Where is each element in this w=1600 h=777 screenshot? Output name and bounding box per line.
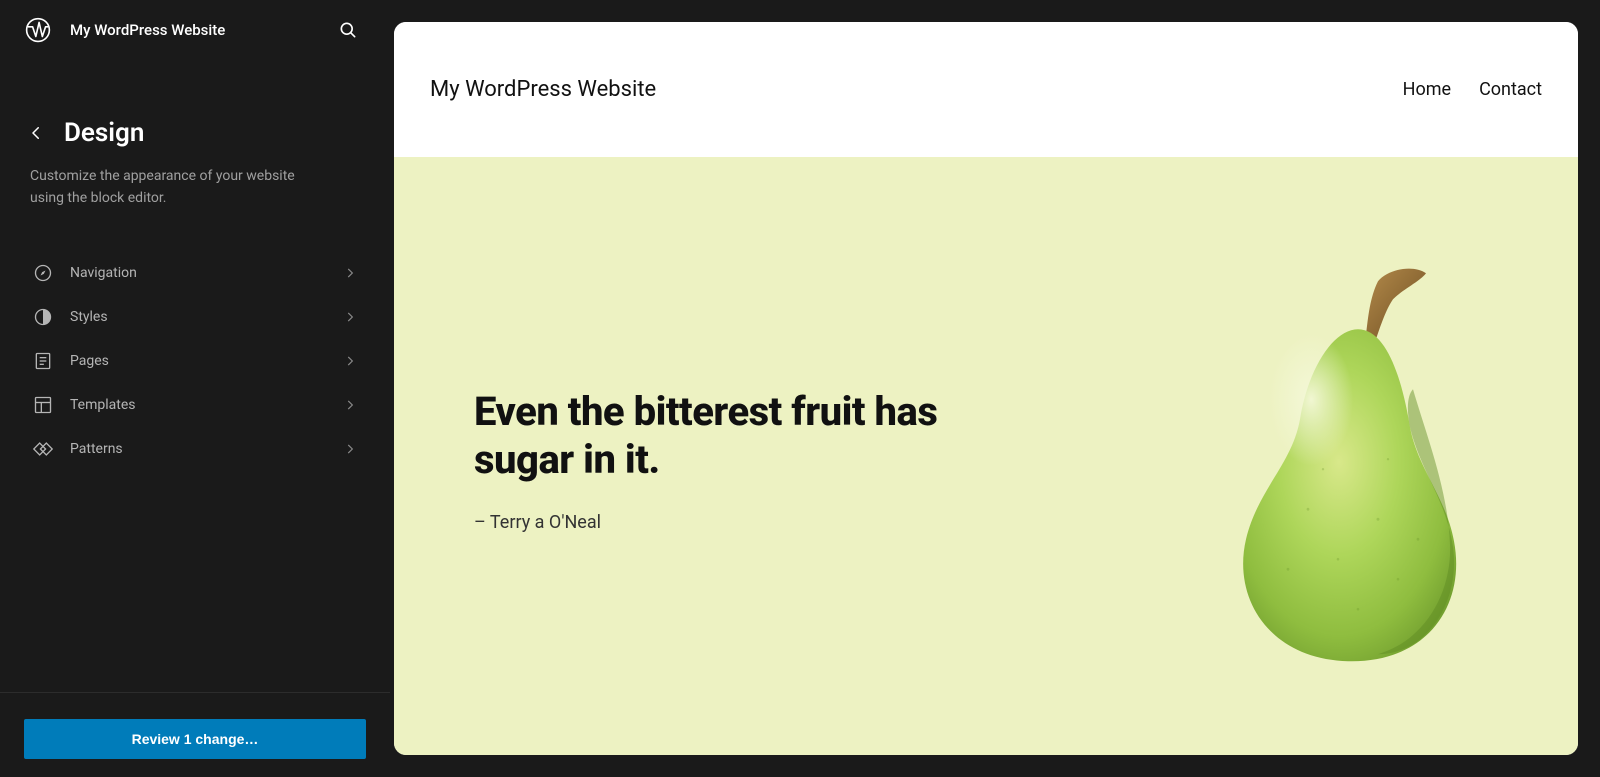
preview-canvas-wrap: My WordPress Website Home Contact Even t… bbox=[390, 0, 1600, 777]
preview-site-title[interactable]: My WordPress Website bbox=[430, 77, 656, 102]
hero-image-pear bbox=[1158, 249, 1518, 689]
chevron-left-icon bbox=[27, 124, 45, 142]
nav-item-label: Templates bbox=[70, 397, 326, 413]
templates-icon bbox=[32, 394, 54, 416]
preview-hero[interactable]: Even the bitterest fruit has sugar in it… bbox=[394, 157, 1578, 755]
design-nav-list: Navigation Styles bbox=[0, 251, 390, 471]
compass-icon bbox=[32, 262, 54, 284]
hero-quote: Even the bitterest fruit has sugar in it… bbox=[474, 388, 994, 484]
patterns-icon bbox=[32, 438, 54, 460]
panel-description: Customize the appearance of your website… bbox=[0, 148, 350, 209]
pages-icon bbox=[32, 350, 54, 372]
search-button[interactable] bbox=[330, 12, 366, 48]
editor-sidebar: My WordPress Website Design Customize th… bbox=[0, 0, 390, 777]
preview-nav: Home Contact bbox=[1403, 79, 1542, 100]
nav-item-label: Styles bbox=[70, 309, 326, 325]
hero-text-block: Even the bitterest fruit has sugar in it… bbox=[474, 380, 994, 533]
preview-nav-link-home[interactable]: Home bbox=[1403, 79, 1451, 100]
chevron-right-icon bbox=[342, 309, 358, 325]
nav-item-styles[interactable]: Styles bbox=[14, 295, 376, 339]
nav-item-navigation[interactable]: Navigation bbox=[14, 251, 376, 295]
wordpress-logo-icon[interactable] bbox=[24, 16, 52, 44]
nav-item-label: Patterns bbox=[70, 441, 326, 457]
hero-attribution: – Terry a O'Neal bbox=[474, 512, 994, 533]
preview-canvas[interactable]: My WordPress Website Home Contact Even t… bbox=[394, 22, 1578, 755]
panel-heading: Design bbox=[0, 118, 390, 148]
review-changes-button[interactable]: Review 1 change… bbox=[24, 719, 366, 759]
preview-site-header: My WordPress Website Home Contact bbox=[394, 22, 1578, 157]
chevron-right-icon bbox=[342, 353, 358, 369]
nav-item-pages[interactable]: Pages bbox=[14, 339, 376, 383]
nav-item-label: Navigation bbox=[70, 265, 326, 281]
sidebar-footer: Review 1 change… bbox=[0, 692, 390, 777]
chevron-right-icon bbox=[342, 265, 358, 281]
panel-title: Design bbox=[64, 118, 144, 148]
preview-nav-link-contact[interactable]: Contact bbox=[1479, 79, 1542, 100]
site-name[interactable]: My WordPress Website bbox=[70, 21, 312, 39]
nav-item-patterns[interactable]: Patterns bbox=[14, 427, 376, 471]
search-icon bbox=[338, 20, 358, 40]
styles-icon bbox=[32, 306, 54, 328]
back-button[interactable] bbox=[24, 121, 48, 145]
sidebar-topbar: My WordPress Website bbox=[0, 0, 390, 60]
chevron-right-icon bbox=[342, 397, 358, 413]
nav-item-label: Pages bbox=[70, 353, 326, 369]
chevron-right-icon bbox=[342, 441, 358, 457]
nav-item-templates[interactable]: Templates bbox=[14, 383, 376, 427]
